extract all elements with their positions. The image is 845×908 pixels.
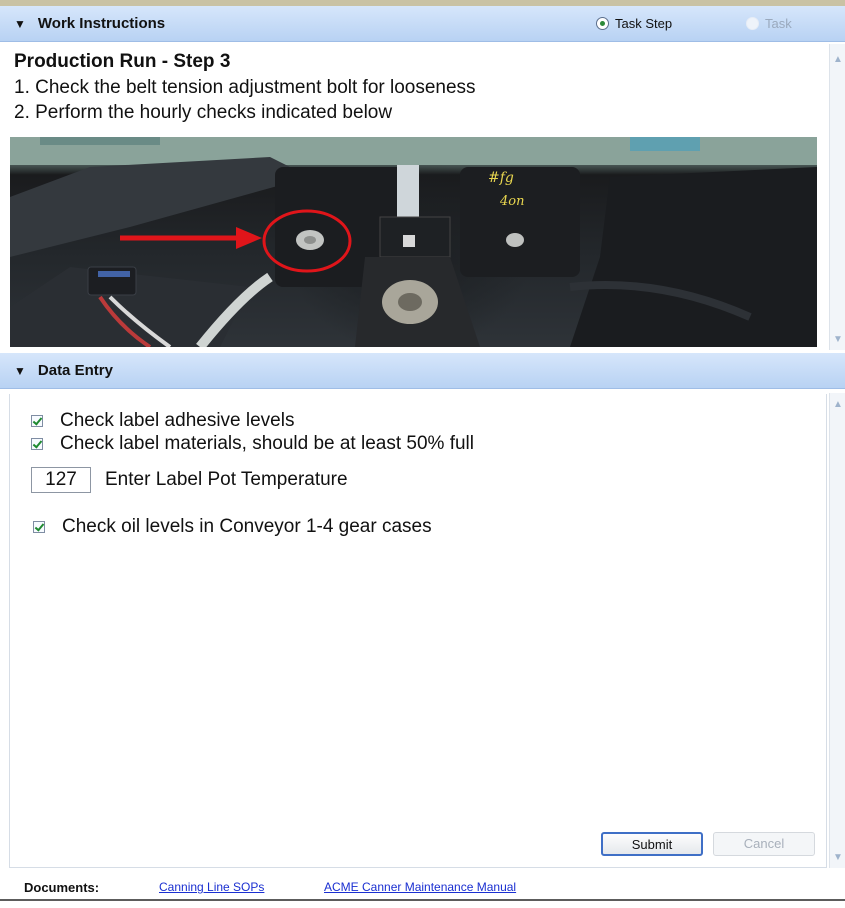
- data-entry-panel: [0, 390, 845, 868]
- checkbox-checked-icon[interactable]: [33, 521, 45, 533]
- link-canning-line-sops[interactable]: Canning Line SOPs: [159, 880, 264, 894]
- data-entry-form: [9, 394, 827, 868]
- pulley-center: [398, 293, 422, 311]
- work-instructions-title: Work Instructions: [37, 15, 166, 32]
- documents-bar: Documents: Canning Line SOPs ACME Canner…: [0, 868, 845, 908]
- green-component: [630, 137, 700, 151]
- right-frame: [570, 167, 817, 347]
- collapse-triangle-icon[interactable]: ▼: [14, 365, 26, 377]
- plate-edge: [40, 137, 160, 145]
- cancel-button[interactable]: Cancel: [713, 832, 815, 856]
- scroll-up-arrow-icon[interactable]: ▲: [832, 54, 844, 66]
- scroll-up-arrow-icon[interactable]: ▲: [832, 399, 844, 411]
- radio-task[interactable]: Task: [746, 16, 792, 31]
- check-oil-row[interactable]: Check oil levels in Conveyor 1-4 gear ca…: [33, 516, 432, 538]
- documents-label: Documents:: [24, 880, 100, 895]
- belt-tension-bolt-photo: #fg 4on: [10, 137, 817, 347]
- temperature-label: Enter Label Pot Temperature: [105, 469, 348, 490]
- data-entry-header-title-group[interactable]: ▼ Data Entry: [14, 362, 113, 379]
- temperature-row: 127 Enter Label Pot Temperature: [31, 467, 348, 493]
- machine-photo-illustration: #fg 4on: [10, 137, 817, 347]
- checkbox-checked-icon[interactable]: [31, 415, 43, 427]
- instruction-step-2: 2. Perform the hourly checks indicated b…: [14, 102, 393, 123]
- checkbox-checked-icon[interactable]: [31, 438, 43, 450]
- radio-task-label: Task: [765, 16, 792, 31]
- connector-pins: [98, 271, 130, 277]
- marker-scribble-2: 4on: [499, 194, 524, 209]
- radio-task-step[interactable]: Task Step: [596, 16, 672, 31]
- link-acme-maintenance-manual[interactable]: ACME Canner Maintenance Manual: [324, 880, 516, 894]
- collapse-triangle-icon[interactable]: ▼: [14, 18, 26, 30]
- adjustment-bolt-center: [304, 236, 316, 244]
- scroll-down-arrow-icon[interactable]: ▼: [832, 334, 844, 346]
- work-instructions-header[interactable]: ▼ Work Instructions Task Step Task: [0, 6, 845, 42]
- submit-button[interactable]: Submit: [601, 832, 703, 856]
- data-entry-scrollbar[interactable]: ▲ ▼: [829, 393, 845, 868]
- radio-task-step-label: Task Step: [615, 16, 673, 31]
- scroll-down-arrow-icon[interactable]: ▼: [832, 852, 844, 864]
- check-oil-label: Check oil levels in Conveyor 1-4 gear ca…: [62, 516, 432, 537]
- footer-rule: [0, 899, 845, 901]
- radio-unselected-icon[interactable]: [746, 17, 759, 30]
- data-entry-title: Data Entry: [37, 362, 113, 379]
- check-materials-label: Check label materials, should be at leas…: [60, 433, 475, 454]
- check-adhesive-label: Check label adhesive levels: [60, 410, 295, 431]
- work-instructions-header-title-group[interactable]: ▼ Work Instructions: [14, 15, 165, 32]
- right-bolt: [506, 233, 524, 247]
- annotation-arrow-head: [236, 227, 262, 249]
- data-entry-header[interactable]: ▼ Data Entry: [0, 353, 845, 389]
- temperature-input[interactable]: 127: [31, 467, 91, 493]
- check-adhesive-row[interactable]: Check label adhesive levels: [31, 410, 294, 432]
- instruction-step-1: 1. Check the belt tension adjustment bol…: [14, 77, 476, 98]
- work-instructions-scrollbar[interactable]: ▲ ▼: [829, 44, 845, 350]
- radio-selected-icon[interactable]: [596, 17, 609, 30]
- marker-scribble-1: #fg: [488, 170, 514, 186]
- right-mount: [460, 167, 580, 277]
- work-instructions-content: Production Run - Step 3 1. Check the bel…: [0, 44, 845, 350]
- bracket-hole: [403, 235, 415, 247]
- check-materials-row[interactable]: Check label materials, should be at leas…: [31, 433, 474, 455]
- step-title: Production Run - Step 3: [14, 51, 231, 72]
